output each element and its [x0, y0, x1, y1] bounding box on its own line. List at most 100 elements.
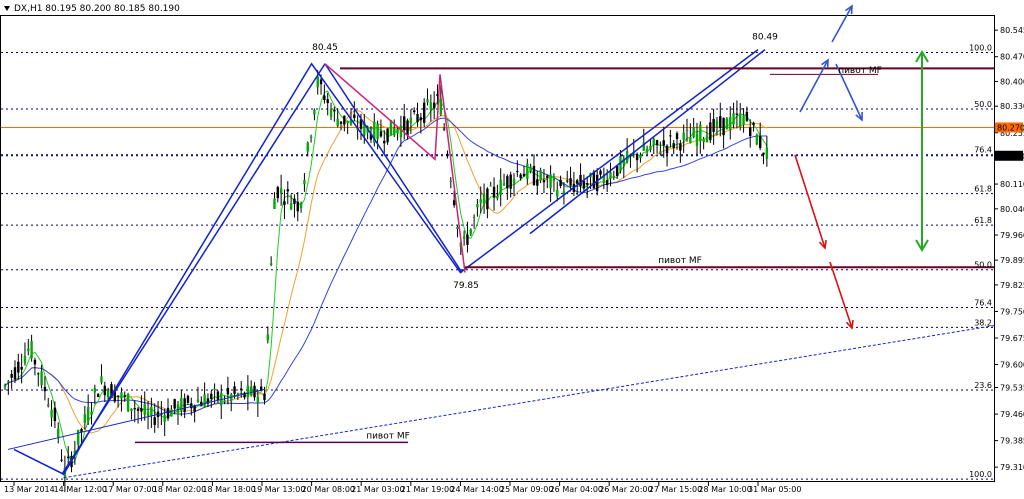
x-tick-label: 20 Mar 08:00 — [302, 485, 355, 494]
candle-body — [246, 385, 250, 398]
candle-body — [576, 180, 579, 184]
candle-body — [399, 125, 403, 138]
candle-body — [712, 119, 715, 132]
candle-body — [93, 387, 97, 393]
candle-body — [240, 388, 243, 391]
candle-body — [153, 417, 156, 425]
candle-body — [289, 203, 293, 210]
candle-body — [96, 394, 100, 397]
candle-body — [183, 398, 186, 413]
candle-body — [313, 109, 316, 115]
candle-body — [296, 201, 299, 212]
candle-body — [539, 170, 542, 181]
candle-body — [303, 180, 306, 185]
candle-body — [203, 394, 206, 408]
candle-body — [126, 394, 130, 412]
candle-body — [143, 403, 146, 415]
candle-body — [472, 217, 476, 219]
candle-body — [86, 407, 90, 422]
fib-level-label: 61.8 — [974, 185, 992, 194]
candle-body — [509, 174, 512, 189]
candle-body — [60, 459, 63, 461]
x-tick-label: 18 Mar 02:00 — [153, 485, 206, 494]
candle-body — [755, 134, 759, 145]
candle-body — [492, 186, 496, 198]
candle-body — [33, 359, 37, 365]
pivot-label: пивот MF — [366, 431, 410, 441]
fib-level-label: 76.4 — [974, 146, 992, 155]
price-annotation: 80.45 — [312, 43, 338, 53]
y-tick-label: 79.966 — [1000, 231, 1024, 240]
candle-body — [306, 142, 309, 152]
candle-body — [456, 227, 459, 229]
x-tick-label: 25 Mar 09:00 — [500, 485, 553, 494]
candle-body — [762, 152, 765, 155]
candle-body — [273, 198, 276, 209]
candle-body — [100, 376, 103, 383]
pivot-label: пивот MF — [838, 66, 882, 76]
candle-body — [47, 404, 50, 407]
candle-body — [452, 200, 456, 206]
candle-body — [705, 135, 709, 143]
candle-body — [419, 117, 423, 121]
candle-body — [422, 102, 426, 123]
price-chart[interactable]: 80.54580.47080.40080.33080.25580.18580.1… — [0, 0, 1024, 495]
candle-body — [645, 149, 649, 152]
y-tick-label: 79.535 — [1000, 384, 1024, 393]
candle-body — [10, 374, 13, 378]
candle-body — [765, 147, 769, 159]
candle-body — [516, 171, 519, 173]
x-tick-label: 18 Mar 18:00 — [202, 485, 255, 494]
candle-body — [709, 122, 712, 141]
candle-body — [346, 120, 349, 124]
candle-body — [542, 180, 546, 183]
x-tick-label: 19 Mar 13:00 — [252, 485, 305, 494]
price-annotation: 79.85 — [453, 281, 479, 291]
x-tick-label: 14 Mar 12:00 — [54, 485, 107, 494]
x-tick-label: 24 Mar 14:00 — [450, 485, 503, 494]
candle-body — [223, 400, 226, 402]
candle-body — [403, 116, 406, 131]
candle-body — [595, 174, 599, 192]
candle-body — [120, 392, 123, 399]
candle-body — [50, 409, 53, 418]
candle-body — [426, 99, 429, 103]
candle-body — [519, 174, 522, 179]
candle-body — [213, 388, 216, 391]
y-tick-label: 79.825 — [1000, 281, 1024, 290]
candle-body — [496, 196, 499, 199]
chart-window: 80.54580.47080.40080.33080.25580.18580.1… — [0, 0, 1024, 495]
y-tick-label: 80.330 — [1000, 102, 1024, 111]
candle-body — [692, 127, 695, 138]
candle-body — [442, 128, 446, 130]
fib-level-label: 23.6 — [974, 381, 992, 390]
candle-body — [502, 183, 506, 185]
candle-body — [569, 178, 572, 186]
candle-body — [286, 189, 289, 192]
candle-body — [729, 116, 732, 130]
price-annotation: 80.49 — [752, 33, 778, 43]
candle-body — [649, 145, 652, 150]
candle-body — [383, 140, 386, 144]
fib-level-label: 76.4 — [974, 299, 992, 308]
candle-body — [665, 145, 669, 154]
candle-body — [353, 114, 356, 119]
y-tick-label: 79.750 — [1000, 307, 1024, 316]
candle-body — [37, 373, 40, 375]
candle-body — [150, 406, 153, 417]
candle-body — [90, 411, 93, 415]
candle-body — [489, 185, 492, 187]
candle-body — [552, 175, 556, 182]
candle-body — [449, 180, 453, 182]
candle-body — [469, 229, 472, 235]
candle-body — [140, 408, 143, 412]
candle-body — [67, 456, 70, 459]
candle-body — [722, 117, 725, 136]
candle-body — [732, 113, 735, 125]
candle-body — [336, 118, 339, 127]
candle-body — [689, 137, 692, 144]
candle-body — [605, 180, 609, 186]
y-tick-label: 80.470 — [1000, 53, 1024, 62]
candle-body — [652, 138, 655, 146]
candle-body — [30, 341, 33, 359]
